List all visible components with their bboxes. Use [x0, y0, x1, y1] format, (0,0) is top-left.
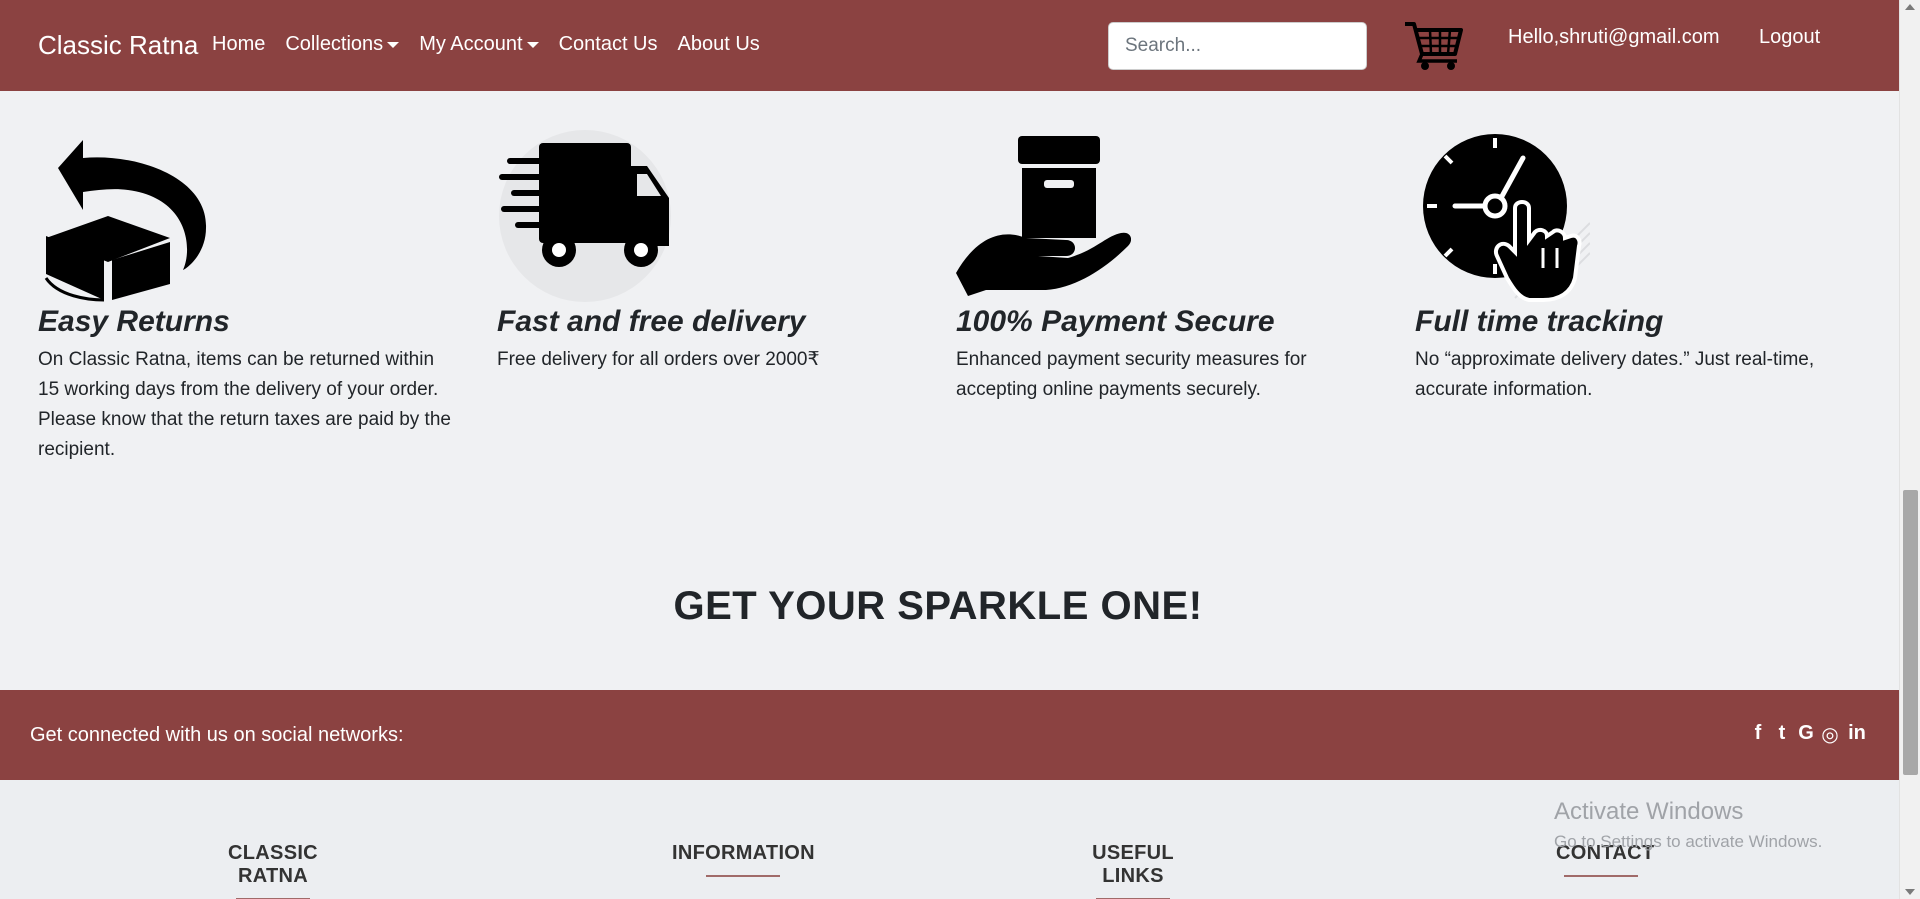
scroll-down-arrow-icon[interactable]: [1905, 889, 1915, 895]
secure-payment-icon: [956, 136, 1131, 296]
sparkle-heading: GET YOUR SPARKLE ONE!: [673, 584, 1203, 628]
footer-col-useful-links: USEFUL LINKS: [1068, 842, 1198, 899]
tracking-clock-icon: [1423, 134, 1590, 302]
footer-col-title: USEFUL LINKS: [1092, 842, 1174, 887]
vertical-scrollbar[interactable]: [1899, 0, 1920, 899]
watermark-title: Activate Windows: [1554, 798, 1744, 825]
footer-col-title: INFORMATION: [672, 842, 815, 864]
brand-logo[interactable]: Classic Ratna: [38, 30, 198, 61]
footer-divider: [706, 875, 780, 877]
feature-title: 100% Payment Secure: [956, 305, 1275, 338]
user-greeting: Hello,shruti@gmail.com: [1508, 26, 1720, 48]
feature-fast-delivery: Fast and free delivery Free delivery for…: [497, 128, 917, 375]
nav-my-account-label: My Account: [419, 33, 523, 55]
feature-easy-returns: Easy Returns On Classic Ratna, items can…: [38, 128, 458, 465]
footer-col-information: INFORMATION: [672, 842, 815, 877]
social-text: Get connected with us on social networks…: [30, 724, 404, 746]
scroll-up-arrow-icon[interactable]: [1905, 4, 1915, 10]
google-icon[interactable]: G: [1797, 722, 1815, 747]
scrollbar-thumb[interactable]: [1903, 490, 1918, 775]
linkedin-icon[interactable]: in: [1845, 722, 1869, 747]
activate-windows-watermark: Activate Windows Go to Settings to activ…: [1554, 798, 1822, 852]
feature-payment-secure: 100% Payment Secure Enhanced payment sec…: [956, 128, 1376, 405]
twitter-icon[interactable]: t: [1773, 722, 1791, 747]
feature-description: On Classic Ratna, items can be returned …: [38, 349, 439, 400]
feature-title: Full time tracking: [1415, 305, 1664, 338]
search-input[interactable]: [1108, 22, 1367, 70]
nav-my-account-dropdown[interactable]: My Account: [419, 33, 539, 56]
delivery-truck-icon: [499, 130, 671, 302]
feature-description: Enhanced payment security measures for a…: [956, 349, 1307, 400]
social-icons: f t G ◎ in: [1749, 722, 1869, 747]
return-box-icon: [44, 140, 207, 302]
instagram-icon[interactable]: ◎: [1821, 722, 1839, 747]
feature-title: Easy Returns: [38, 305, 230, 338]
footer-col-classic-ratna: CLASSIC RATNA: [200, 842, 346, 899]
caret-down-icon: [387, 41, 400, 48]
nav-home[interactable]: Home: [212, 33, 265, 56]
social-band: Get connected with us on social networks…: [0, 690, 1899, 780]
nav-links: Home Collections My Account Contact Us A…: [212, 33, 780, 56]
logout-link[interactable]: Logout: [1759, 26, 1820, 49]
feature-title: Fast and free delivery: [497, 305, 806, 338]
top-navbar: Classic Ratna Home Collections My Accoun…: [0, 0, 1899, 91]
feature-description: Free delivery for all orders over 2000₹: [497, 349, 820, 370]
footer-divider: [1564, 875, 1638, 877]
feature-full-time-tracking: Full time tracking No “approximate deliv…: [1415, 128, 1835, 405]
nav-collections-label: Collections: [285, 33, 384, 55]
watermark-subtitle: Go to Settings to activate Windows.: [1554, 832, 1823, 851]
nav-about-us[interactable]: About Us: [678, 33, 760, 56]
footer-col-title: CLASSIC RATNA: [228, 842, 318, 887]
nav-collections-dropdown[interactable]: Collections: [285, 33, 400, 56]
feature-description-2: Please know that the return taxes are pa…: [38, 409, 451, 460]
feature-description: No “approximate delivery dates.” Just re…: [1415, 349, 1815, 400]
shopping-cart-icon[interactable]: [1403, 18, 1467, 72]
nav-contact-us[interactable]: Contact Us: [559, 33, 658, 56]
caret-down-icon: [526, 41, 539, 48]
facebook-icon[interactable]: f: [1749, 722, 1767, 747]
